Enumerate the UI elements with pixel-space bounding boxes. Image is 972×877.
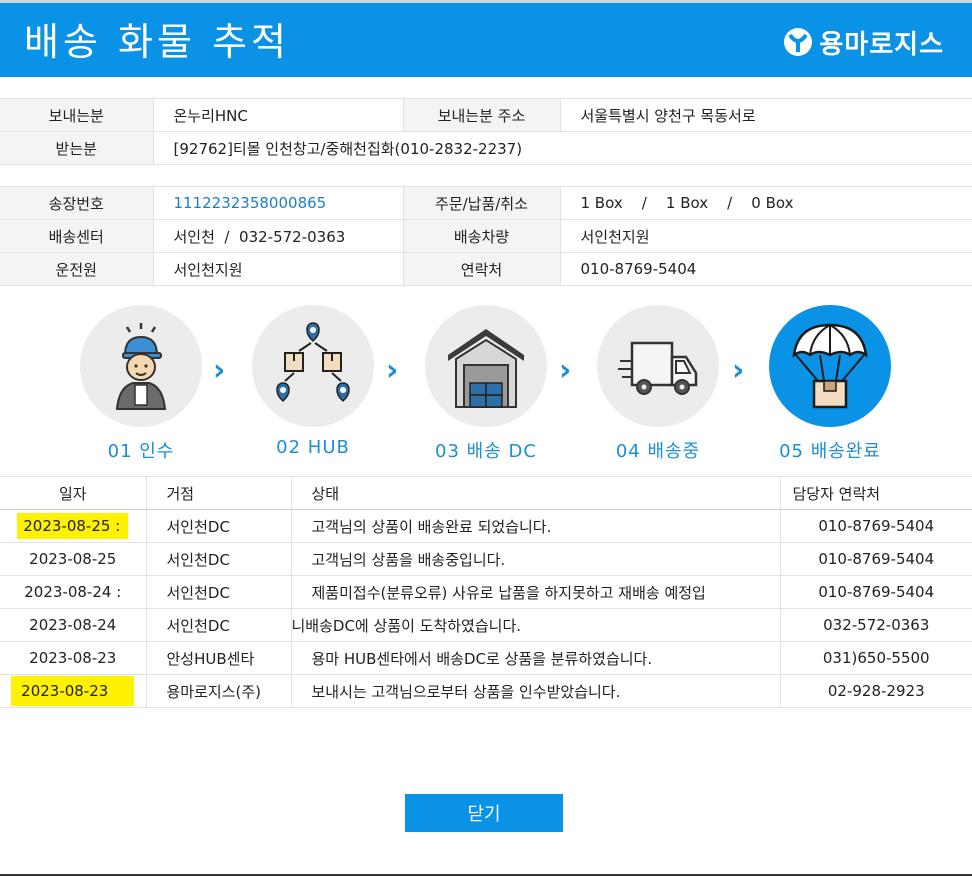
table-header-row: 일자 거점 상태 담당자 연락처 xyxy=(0,476,972,510)
shipment-table: 송장번호 1112232358000865 주문/납품/취소 1 Box / 1… xyxy=(0,186,972,286)
row-phone: 032-572-0363 xyxy=(779,608,972,642)
row-status: 니배송DC에 상품이 도착하였습니다. xyxy=(290,608,780,642)
table-row: 2023-08-25 : 서인천DC 고객님의 상품이 배송완료 되었습니다. … xyxy=(0,509,972,543)
row-phone: 010-8769-5404 xyxy=(779,575,972,609)
step-label-in-transit: 04 배송중 xyxy=(615,441,701,462)
row-date: 2023-08-24 : xyxy=(0,575,146,609)
col-site-header: 거점 xyxy=(145,476,291,510)
step-hub: 02 HUB xyxy=(223,305,403,458)
contact-value: 010-8769-5404 xyxy=(559,252,972,286)
step-in-transit: 04 배송중 xyxy=(568,305,748,463)
table-row: 2023-08-25 서인천DC 고객님의 상품을 배송중입니다. 010-87… xyxy=(0,542,972,576)
step-pickup: 01 인수 xyxy=(51,305,231,463)
row-status: 고객님의 상품이 배송완료 되었습니다. xyxy=(290,509,780,543)
header-bar: 배송 화물 추적 용마로지스 xyxy=(0,3,972,77)
table-row: 2023-08-23 안성HUB센타 용마 HUB센타에서 배송DC로 상품을 … xyxy=(0,641,972,675)
col-status-header: 상태 xyxy=(290,476,780,510)
row-date: 2023-08-23 xyxy=(11,676,135,706)
order-value: 1 Box / 1 Box / 0 Box xyxy=(559,186,972,220)
step-label-hub: 02 HUB xyxy=(276,437,350,458)
vehicle-value: 서인천지원 xyxy=(559,219,972,253)
sender-value: 온누리HNC xyxy=(152,98,403,132)
row-status: 제품미접수(분류오류) 사유로 납품을 하지못하고 재배송 예정입 xyxy=(290,575,780,609)
brand-name: 용마로지스 xyxy=(819,29,944,60)
step-label-delivered: 05 배송완료 xyxy=(779,441,881,462)
driver-label: 운전원 xyxy=(0,252,153,286)
contact-label: 연락처 xyxy=(402,252,560,286)
warehouse-icon xyxy=(448,329,524,408)
row-site: 서인천DC xyxy=(145,509,291,543)
receiver-value: [92762]티몰 인천창고/중해천집화(010-2832-2237) xyxy=(152,131,972,165)
row-status: 용마 HUB센타에서 배송DC로 상품을 분류하였습니다. xyxy=(290,641,780,675)
row-status: 고객님의 상품을 배송중입니다. xyxy=(290,542,780,576)
col-date-header: 일자 xyxy=(0,476,146,510)
step-delivery-dc: 03 배송 DC xyxy=(396,305,576,463)
truck-icon xyxy=(618,341,698,395)
row-date: 2023-08-25 : xyxy=(17,513,129,539)
invoice-number-link[interactable]: 1112232358000865 xyxy=(152,186,403,220)
row-phone: 02-928-2923 xyxy=(779,674,972,708)
driver-value: 서인천지원 xyxy=(152,252,403,286)
sender-address-value: 서울특별시 양천구 목동서로 xyxy=(559,98,972,132)
table-row: 2023-08-24 서인천DC 니배송DC에 상품이 도착하였습니다. 032… xyxy=(0,608,972,642)
row-phone: 010-8769-5404 xyxy=(779,542,972,576)
table-row: 2023-08-24 : 서인천DC 제품미접수(분류오류) 사유로 납품을 하… xyxy=(0,575,972,609)
brand-mark-icon xyxy=(784,28,813,56)
sender-label: 보내는분 xyxy=(0,98,153,132)
row-phone: 010-8769-5404 xyxy=(779,509,972,543)
row-site: 서인천DC xyxy=(145,542,291,576)
col-phone-header: 담당자 연락처 xyxy=(779,476,972,510)
step-label-pickup: 01 인수 xyxy=(107,441,175,462)
row-date: 2023-08-25 xyxy=(0,542,146,576)
step-delivered: 05 배송완료 xyxy=(740,305,920,463)
row-status: 보내시는 고객님으로부터 상품을 인수받았습니다. xyxy=(290,674,780,708)
tracking-history-table: 일자 거점 상태 담당자 연락처 2023-08-25 : 서인천DC 고객님의… xyxy=(0,476,972,708)
delivery-progress: 01 인수 › 02 HUB › 03 배송 DC › 04 배송중 › 05 … xyxy=(0,305,972,470)
table-row: 2023-08-23 용마로지스(주) 보내시는 고객님으로부터 상품을 인수받… xyxy=(0,674,972,708)
vehicle-label: 배송차량 xyxy=(402,219,560,253)
page-title: 배송 화물 추적 xyxy=(24,20,290,64)
sender-table: 보내는분 온누리HNC 보내는분 주소 서울특별시 양천구 목동서로 받는분 [… xyxy=(0,98,972,165)
sender-address-label: 보내는분 주소 xyxy=(402,98,560,132)
row-site: 용마로지스(주) xyxy=(145,674,291,708)
center-label: 배송센터 xyxy=(0,219,153,253)
close-button[interactable]: 닫기 xyxy=(405,794,563,832)
row-site: 서인천DC xyxy=(145,608,291,642)
row-phone: 031)650-5500 xyxy=(779,641,972,675)
order-label: 주문/납품/취소 xyxy=(402,186,560,220)
worker-icon xyxy=(115,323,167,410)
receiver-label: 받는분 xyxy=(0,131,153,165)
brand-logo: 용마로지스 xyxy=(783,25,944,60)
bottom-border xyxy=(0,874,972,876)
step-label-delivery-dc: 03 배송 DC xyxy=(435,441,537,462)
row-date: 2023-08-24 xyxy=(0,608,146,642)
invoice-label: 송장번호 xyxy=(0,186,153,220)
parachute-box-icon xyxy=(792,323,868,409)
row-date: 2023-08-23 xyxy=(0,641,146,675)
row-site: 서인천DC xyxy=(145,575,291,609)
row-site: 안성HUB센타 xyxy=(145,641,291,675)
center-value: 서인천 / 032-572-0363 xyxy=(152,219,403,253)
hub-icon xyxy=(276,322,350,403)
